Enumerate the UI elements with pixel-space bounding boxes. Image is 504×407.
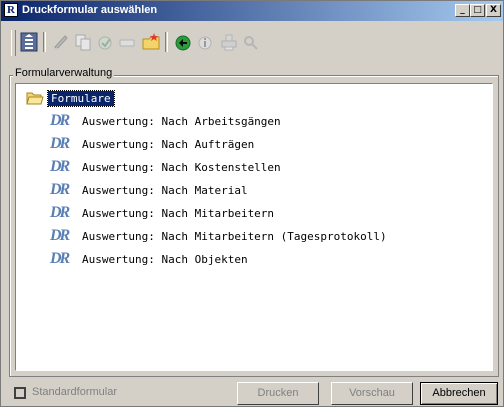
tree-item-label: Auswertung: Nach Arbeitsgängen — [82, 115, 281, 128]
preview-button[interactable]: Vorschau — [331, 382, 413, 405]
maximize-button[interactable]: □ — [470, 4, 485, 17]
tree-root-label: Formulare — [47, 90, 115, 107]
search-icon[interactable] — [241, 31, 261, 53]
import-icon[interactable] — [173, 31, 193, 53]
tree-item-label: Auswertung: Nach Mitarbeitern (Tagesprot… — [82, 230, 387, 243]
tree-item-label: Auswertung: Nach Kostenstellen — [82, 161, 281, 174]
tree-item[interactable]: DR Auswertung: Nach Mitarbeitern — [50, 204, 470, 222]
report-form-icon: DR — [50, 181, 70, 198]
report-form-icon: DR — [50, 135, 70, 152]
rename-icon[interactable] — [51, 31, 71, 53]
title-bar[interactable]: R Druckformular auswählen _ □ X — [1, 1, 503, 21]
app-icon: R — [4, 3, 18, 17]
dialog-window: R Druckformular auswählen _ □ X Formular… — [0, 0, 504, 407]
report-form-icon: DR — [50, 158, 70, 175]
report-form-icon: DR — [50, 112, 70, 129]
tree-item-label: Auswertung: Nach Material — [82, 184, 248, 197]
report-form-icon: DR — [50, 250, 70, 267]
properties-icon[interactable] — [19, 31, 39, 53]
tree-item[interactable]: DR Auswertung: Nach Objekten — [50, 250, 470, 268]
copy-icon[interactable] — [73, 31, 93, 53]
toolbar-separator — [43, 32, 46, 52]
toolbar — [9, 27, 499, 61]
window-title: Druckformular auswählen — [22, 4, 158, 16]
info-icon[interactable] — [195, 31, 215, 53]
print-setup-icon[interactable] — [219, 31, 239, 53]
standard-form-checkbox[interactable] — [14, 387, 26, 399]
form-management-group-label: Formularverwaltung — [13, 67, 115, 79]
tree-item[interactable]: DR Auswertung: Nach Material — [50, 181, 470, 199]
cancel-button[interactable]: Abbrechen — [420, 382, 498, 405]
form-tree[interactable]: Formulare DR Auswertung: Nach Arbeitsgän… — [15, 83, 493, 371]
tree-item[interactable]: DR Auswertung: Nach Arbeitsgängen — [50, 112, 470, 130]
tree-item-label: Auswertung: Nach Aufträgen — [82, 138, 255, 151]
report-form-icon: DR — [50, 204, 70, 221]
toolbar-grip[interactable] — [11, 30, 16, 56]
delete-icon[interactable] — [117, 31, 137, 53]
tree-item[interactable]: DR Auswertung: Nach Aufträgen — [50, 135, 470, 153]
tree-item-label: Auswertung: Nach Mitarbeitern — [82, 207, 275, 220]
close-button[interactable]: X — [486, 4, 501, 17]
standard-form-checkbox-label[interactable]: Standardformular — [32, 386, 117, 398]
print-button[interactable]: Drucken — [237, 382, 319, 405]
tree-item-label: Auswertung: Nach Objekten — [82, 253, 248, 266]
minimize-button[interactable]: _ — [455, 4, 470, 17]
new-folder-icon[interactable] — [141, 31, 161, 53]
folder-open-icon — [26, 92, 44, 105]
edit-icon[interactable] — [95, 31, 115, 53]
toolbar-separator — [165, 32, 168, 52]
tree-item[interactable]: DR Auswertung: Nach Mitarbeitern (Tagesp… — [50, 227, 470, 245]
report-form-icon: DR — [50, 227, 70, 244]
tree-item[interactable]: DR Auswertung: Nach Kostenstellen — [50, 158, 470, 176]
